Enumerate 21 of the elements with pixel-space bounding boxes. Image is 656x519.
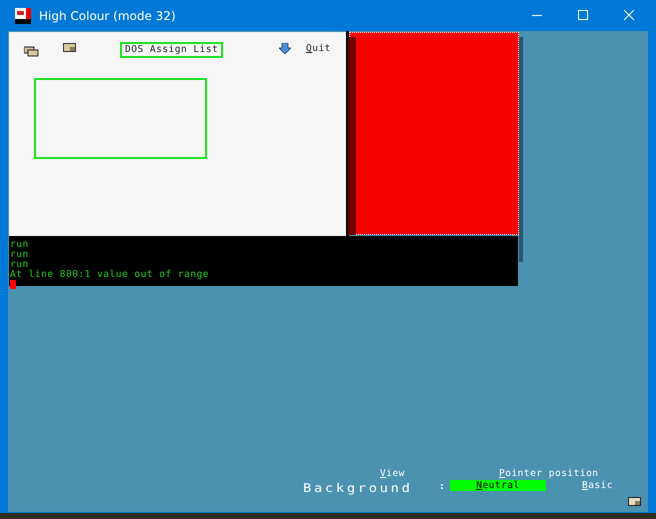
- folder-icon[interactable]: [63, 43, 76, 53]
- text-cursor: [10, 280, 16, 289]
- list-title: DOS Assign List: [120, 42, 224, 58]
- close-icon: [624, 10, 634, 21]
- window-title: High Colour (mode 32): [39, 8, 176, 24]
- folder-icon[interactable]: [628, 497, 641, 506]
- separator-label: :: [439, 482, 446, 492]
- view-label[interactable]: View: [380, 469, 405, 478]
- down-arrow-icon[interactable]: [279, 43, 291, 54]
- console-line: run: [10, 240, 29, 250]
- background-label: Background: [303, 480, 413, 497]
- console-line: run: [10, 250, 29, 260]
- windows-icon[interactable]: [24, 46, 39, 57]
- pointer-position-label[interactable]: Pointer position: [499, 469, 599, 478]
- app-icon: [15, 8, 31, 24]
- console-line: At line 800:1 value out of range: [10, 270, 210, 280]
- console-line: run: [10, 260, 29, 270]
- quit-button[interactable]: Quit: [306, 44, 331, 54]
- background-value-field[interactable]: Neutral: [450, 480, 546, 491]
- maximize-icon: [578, 10, 588, 21]
- mode-button[interactable]: Basic: [582, 481, 614, 490]
